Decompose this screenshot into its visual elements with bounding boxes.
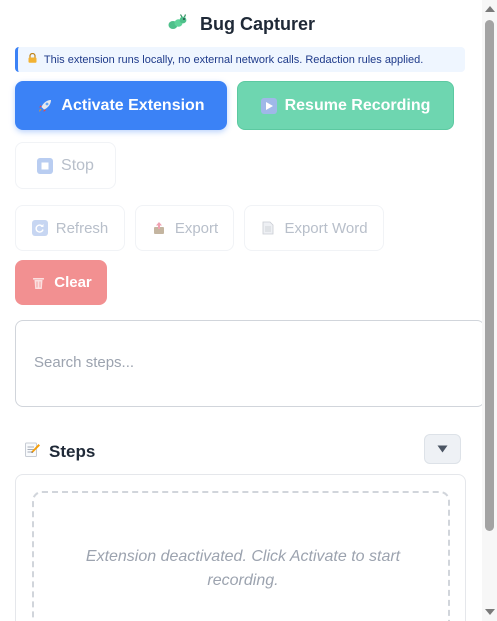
privacy-notice-text: This extension runs locally, no external… [43, 54, 424, 66]
stop-icon [37, 157, 54, 174]
export-button[interactable]: Export [135, 205, 234, 251]
activate-extension-label: Activate Extension [61, 96, 205, 114]
search-input[interactable] [34, 354, 454, 371]
export-word-label: Export Word [284, 219, 368, 237]
privacy-notice: This extension runs locally, no external… [15, 47, 465, 72]
clear-label: Clear [54, 274, 92, 291]
app-title: Bug Capturer [200, 14, 316, 34]
clear-button[interactable]: Clear [15, 260, 107, 305]
scrollbar-thumb[interactable] [485, 20, 494, 531]
rocket-icon [37, 98, 53, 114]
chevron-down-icon [437, 440, 448, 458]
steps-heading: Steps [24, 441, 95, 463]
lock-icon [28, 52, 37, 66]
bug-icon [167, 14, 187, 37]
trash-icon [30, 275, 46, 291]
resume-recording-label: Resume Recording [284, 96, 431, 114]
resume-recording-button[interactable]: Resume Recording [237, 81, 454, 130]
steps-title: Steps [49, 442, 96, 461]
refresh-icon [31, 220, 48, 236]
scroll-up-arrow-icon[interactable] [485, 6, 495, 12]
memo-icon [24, 441, 41, 463]
export-icon [151, 220, 167, 236]
refresh-button[interactable]: Refresh [15, 205, 125, 251]
export-label: Export [174, 219, 219, 237]
refresh-label: Refresh [55, 219, 109, 237]
steps-empty-state: Extension deactivated. Click Activate to… [32, 491, 450, 621]
play-icon [260, 97, 277, 114]
document-icon [260, 220, 276, 236]
empty-state-message: Extension deactivated. Click Activate to… [85, 548, 401, 589]
vertical-scrollbar[interactable] [482, 0, 497, 621]
search-box[interactable] [15, 320, 485, 407]
steps-panel: Extension deactivated. Click Activate to… [15, 474, 466, 621]
export-word-button[interactable]: Export Word [244, 205, 384, 251]
scroll-down-arrow-icon[interactable] [485, 609, 495, 615]
stop-button[interactable]: Stop [15, 142, 116, 189]
stop-label: Stop [61, 156, 94, 174]
activate-extension-button[interactable]: Activate Extension [15, 81, 227, 130]
app-header: Bug Capturer [0, 14, 482, 37]
steps-collapse-button[interactable] [424, 434, 461, 464]
